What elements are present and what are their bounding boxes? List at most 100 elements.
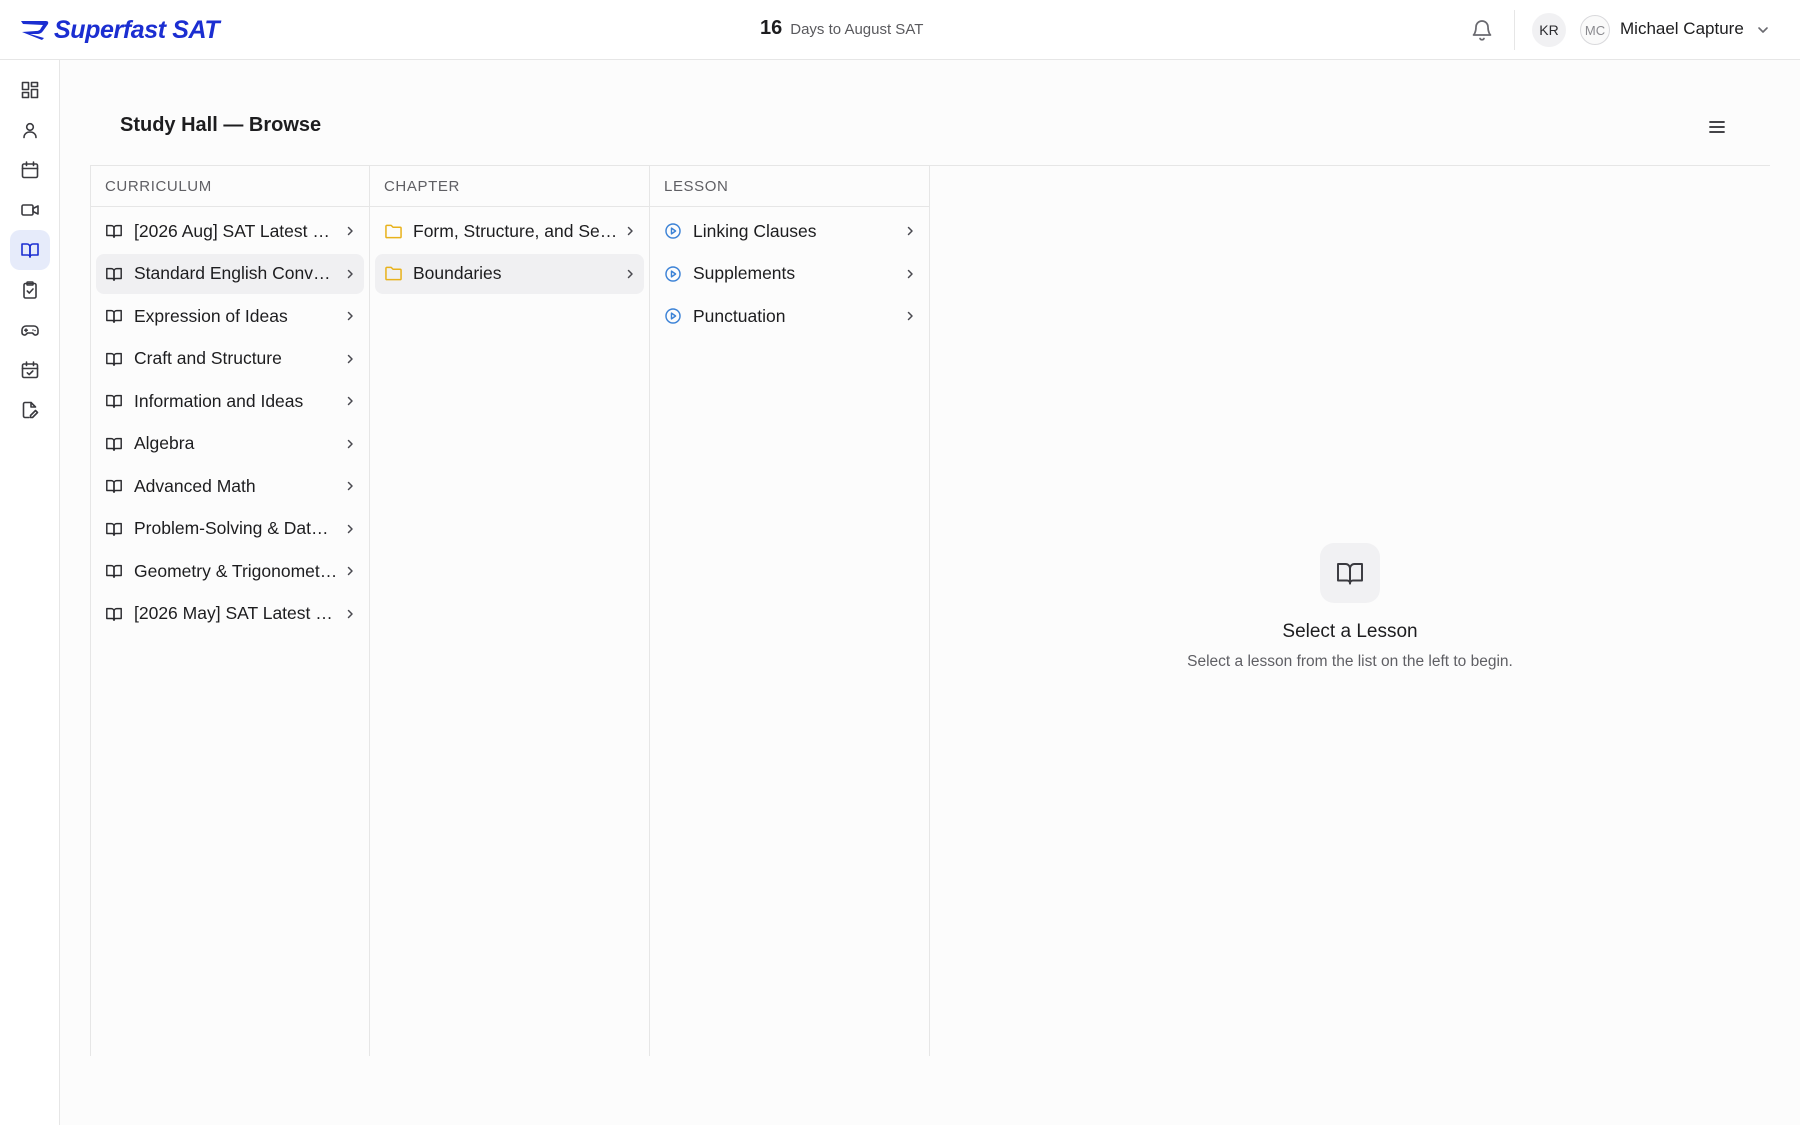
- sidebar-item-games[interactable]: [10, 310, 50, 350]
- curriculum-item-label: Information and Ideas: [134, 390, 304, 411]
- sidebar-item-assignments[interactable]: [10, 270, 50, 310]
- curriculum-item-label: Advanced Math: [134, 475, 256, 496]
- chapter-item[interactable]: Form, Structure, and Se…: [375, 211, 644, 251]
- book-open-icon: [104, 221, 124, 241]
- chevron-right-icon: [344, 225, 356, 237]
- chevron-right-icon: [344, 353, 356, 365]
- chapter-item-label: Form, Structure, and Se…: [413, 220, 618, 241]
- notifications-bell-icon[interactable]: [1470, 17, 1494, 43]
- countdown-label: Days to August SAT: [790, 21, 924, 38]
- chapter-item[interactable]: Boundaries: [375, 253, 644, 294]
- curriculum-item[interactable]: Expression of Ideas: [96, 296, 364, 336]
- calendar-check-icon: [21, 361, 39, 379]
- empty-state-subtitle: Select a lesson from the list on the lef…: [1187, 653, 1513, 670]
- brand-logo[interactable]: Superfast SAT: [20, 14, 220, 46]
- book-open-icon: [104, 264, 124, 284]
- chevron-down-icon[interactable]: [1756, 23, 1770, 37]
- curriculum-item-label: Algebra: [134, 433, 195, 453]
- top-bar: Superfast SAT 16 Days to August SAT KR M…: [0, 0, 1800, 60]
- book-open-icon: [104, 561, 124, 581]
- user-name[interactable]: Michael Capture: [1620, 19, 1744, 39]
- chevron-right-icon: [344, 395, 356, 407]
- chevron-right-icon: [624, 225, 636, 237]
- curriculum-item[interactable]: Algebra: [96, 424, 364, 464]
- sidebar-item-schedule[interactable]: [10, 350, 50, 390]
- empty-state-title: Select a Lesson: [1282, 621, 1418, 642]
- curriculum-item-label: Expression of Ideas: [134, 305, 288, 326]
- curriculum-header: Curriculum: [91, 166, 369, 207]
- sidebar-item-notes[interactable]: [10, 390, 50, 430]
- curriculum-item-label: Problem-Solving & Data…: [134, 518, 338, 538]
- chevron-right-icon: [344, 310, 356, 322]
- gamepad-icon: [21, 325, 39, 336]
- chevron-right-icon: [344, 608, 356, 620]
- curriculum-item-label: Craft and Structure: [134, 348, 282, 368]
- curriculum-item[interactable]: Craft and Structure: [96, 339, 364, 379]
- book-open-icon: [21, 243, 39, 258]
- sidebar-item-study-hall[interactable]: [10, 230, 50, 270]
- clipboard-check-icon: [23, 281, 37, 299]
- folder-icon: [383, 221, 403, 241]
- curriculum-item[interactable]: Geometry & Trigonomet…: [96, 551, 364, 591]
- chevron-right-icon: [344, 438, 356, 450]
- chevron-right-icon: [904, 268, 916, 280]
- book-open-icon: [1320, 543, 1380, 603]
- curriculum-item[interactable]: Problem-Solving & Data…: [96, 509, 364, 549]
- avatar[interactable]: MC: [1580, 15, 1610, 45]
- curriculum-item[interactable]: [2026 May] SAT Latest …: [96, 594, 364, 634]
- book-open-icon: [104, 306, 124, 326]
- chevron-right-icon: [344, 565, 356, 577]
- curriculum-item-label: Geometry & Trigonomet…: [134, 560, 338, 581]
- header-divider: [1514, 10, 1515, 50]
- lesson-item-label: Punctuation: [693, 305, 786, 326]
- page-title: Study Hall — Browse: [120, 114, 322, 136]
- chapter-header: Chapter: [370, 166, 649, 207]
- hamburger-menu-icon[interactable]: [1706, 116, 1728, 138]
- calendar-icon: [21, 161, 39, 179]
- book-open-icon: [104, 391, 124, 411]
- curriculum-item[interactable]: [2026 Aug] SAT Latest …: [96, 211, 364, 251]
- lesson-column: Lesson Linking Clauses Supplements Punctua…: [650, 166, 930, 1056]
- book-open-icon: [104, 519, 124, 539]
- lesson-item-label: Linking Clauses: [693, 220, 817, 241]
- countdown-days: 16: [760, 17, 783, 39]
- chapter-column: Chapter Form, Structure, and Se… Boundari…: [370, 166, 650, 1056]
- lesson-item-label: Supplements: [693, 263, 796, 283]
- chevron-right-icon: [904, 310, 916, 322]
- sidebar-item-dashboard[interactable]: [10, 70, 50, 110]
- chapter-list: Form, Structure, and Se… Boundaries: [370, 207, 649, 294]
- chapter-item-label: Boundaries: [413, 263, 502, 283]
- curriculum-item-label: Standard English Conv…: [134, 263, 331, 283]
- book-open-icon: [104, 349, 124, 369]
- play-circle-icon: [663, 306, 683, 326]
- book-open-icon: [104, 434, 124, 454]
- play-circle-icon: [663, 221, 683, 241]
- chevron-right-icon: [624, 268, 636, 280]
- curriculum-item-label: [2026 May] SAT Latest …: [134, 603, 333, 623]
- lesson-item[interactable]: Linking Clauses: [655, 211, 924, 251]
- chevron-right-icon: [344, 268, 356, 280]
- book-open-icon: [104, 604, 124, 624]
- curriculum-item[interactable]: Information and Ideas: [96, 381, 364, 421]
- dashboard-icon: [21, 81, 39, 99]
- folder-icon: [383, 264, 403, 284]
- curriculum-list: [2026 Aug] SAT Latest … Standard English …: [91, 207, 369, 634]
- sidebar-item-profile[interactable]: [10, 110, 50, 150]
- lesson-item[interactable]: Supplements: [655, 254, 924, 294]
- sat-countdown: 16 Days to August SAT: [760, 17, 923, 40]
- sidebar-item-calendar[interactable]: [10, 150, 50, 190]
- logo-mark-icon: [21, 21, 49, 40]
- chevron-right-icon: [904, 225, 916, 237]
- lesson-item[interactable]: Punctuation: [655, 296, 924, 336]
- play-circle-icon: [663, 264, 683, 284]
- sidebar-item-videos[interactable]: [10, 190, 50, 230]
- lesson-header: Lesson: [650, 166, 929, 207]
- curriculum-item[interactable]: Standard English Conv…: [96, 253, 364, 294]
- curriculum-column: Curriculum [2026 Aug] SAT Latest … Standa…: [90, 166, 370, 1056]
- book-open-icon: [104, 476, 124, 496]
- empty-state: Select a Lesson Select a lesson from the…: [1080, 543, 1620, 671]
- video-icon: [21, 204, 39, 216]
- kr-badge[interactable]: KR: [1532, 13, 1566, 47]
- chevron-right-icon: [344, 523, 356, 535]
- curriculum-item[interactable]: Advanced Math: [96, 466, 364, 506]
